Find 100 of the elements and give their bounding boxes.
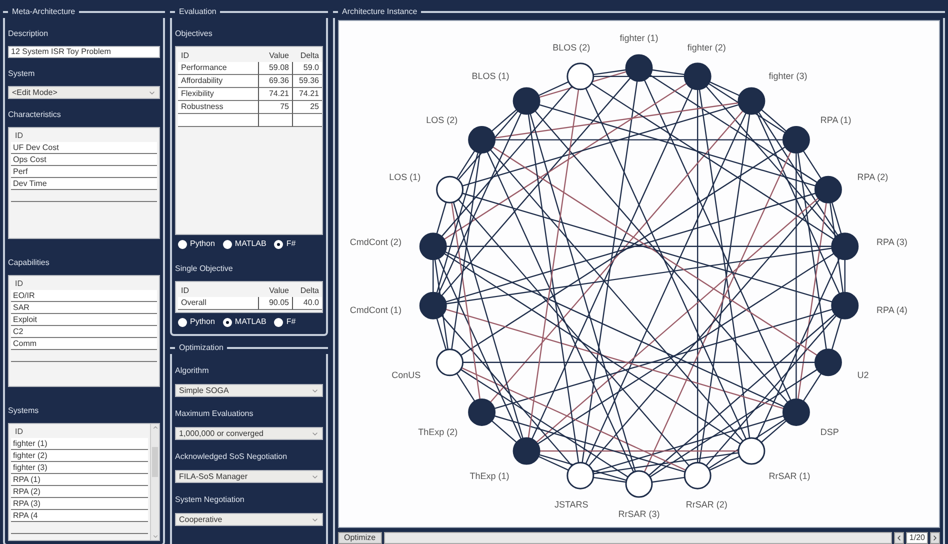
column-header: Value xyxy=(269,52,289,60)
table-cell: 90.05 xyxy=(258,297,292,310)
radio-label: F# xyxy=(286,316,296,328)
node-label: ThExp (2) xyxy=(418,426,458,437)
network-node[interactable] xyxy=(738,437,766,465)
network-node[interactable] xyxy=(814,176,842,204)
node-label: RPA (4) xyxy=(876,304,908,315)
node-label: RPA (3) xyxy=(876,237,908,248)
radio-button[interactable] xyxy=(222,240,232,248)
node-label: LOS (2) xyxy=(426,115,458,126)
list-row[interactable]: RPA (3) xyxy=(11,498,148,510)
node-label: ThExp (1) xyxy=(470,471,510,482)
list-row[interactable]: Perf xyxy=(11,166,157,178)
group-title: Architecture Instance xyxy=(341,8,418,16)
field-label: Description xyxy=(8,29,48,38)
table-cell: 59.08 xyxy=(258,62,292,75)
table-cell: Performance xyxy=(178,62,258,75)
radio-label: F# xyxy=(286,238,296,250)
page-indicator: 1/20 xyxy=(906,532,928,544)
list-row[interactable]: EO/IR xyxy=(11,290,157,302)
radio-button[interactable] xyxy=(178,240,187,248)
network-node[interactable] xyxy=(419,232,447,260)
network-node[interactable] xyxy=(782,398,810,426)
network-node[interactable] xyxy=(512,87,540,115)
node-label: JSTARS xyxy=(554,499,588,510)
list-row[interactable]: Dev Time xyxy=(11,178,157,190)
table-cell: 25 xyxy=(292,101,322,114)
node-label: ConUS xyxy=(392,370,421,380)
description-field[interactable]: 12 System ISR Toy Problem xyxy=(8,46,160,58)
node-label: BLOS (1) xyxy=(472,70,510,81)
horizontal-scrollbar[interactable] xyxy=(384,532,892,544)
network-node[interactable] xyxy=(684,462,712,490)
dropdown[interactable]: 1,000,000 or converged xyxy=(175,427,323,440)
table-cell: 59.0 xyxy=(292,62,322,75)
dropdown[interactable]: FILA-SoS Manager xyxy=(175,470,323,483)
list-row[interactable]: Comm xyxy=(11,338,157,350)
radio-label: Python xyxy=(190,238,215,250)
table-cell: Overall xyxy=(178,297,258,310)
node-label: U2 xyxy=(857,370,869,380)
radio-button[interactable] xyxy=(178,318,187,326)
list-row[interactable]: fighter (1) xyxy=(11,438,148,450)
network-node[interactable] xyxy=(436,176,464,204)
field-label: System xyxy=(8,69,35,78)
network-node[interactable] xyxy=(566,62,594,90)
radio-button[interactable] xyxy=(274,240,284,248)
table-cell: Flexibility xyxy=(178,88,258,101)
network-node[interactable] xyxy=(738,87,766,115)
network-node[interactable] xyxy=(625,54,653,82)
optimize-button[interactable]: Optimize xyxy=(338,532,382,544)
list-row[interactable]: UF Dev Cost xyxy=(11,142,157,154)
list-row[interactable]: fighter (2) xyxy=(11,450,148,462)
group-title: Evaluation xyxy=(178,8,218,16)
network-node[interactable] xyxy=(436,348,464,376)
list-row[interactable]: RPA (2) xyxy=(11,486,148,498)
node-label: DSP xyxy=(820,426,839,437)
network-node[interactable] xyxy=(566,462,594,490)
node-label: RPA (1) xyxy=(820,115,852,126)
network-node[interactable] xyxy=(831,292,859,320)
node-label: CmdCont (1) xyxy=(350,304,402,315)
node-label: RPA (2) xyxy=(857,172,888,182)
field-label: Algorithm xyxy=(175,366,209,375)
dropdown[interactable]: Cooperative xyxy=(175,513,323,526)
list-row[interactable]: Ops Cost xyxy=(11,154,157,166)
column-header: Delta xyxy=(300,52,319,60)
radio-button[interactable] xyxy=(274,318,284,326)
radio-button[interactable] xyxy=(222,318,232,326)
network-node[interactable] xyxy=(468,398,496,426)
group-title: Meta-Architecture xyxy=(11,8,76,16)
network-node[interactable] xyxy=(814,348,842,376)
dropdown[interactable]: Simple SOGA xyxy=(175,384,323,397)
node-label: fighter (1) xyxy=(620,33,658,43)
radio-label: Python xyxy=(190,316,215,328)
network-node[interactable] xyxy=(782,126,810,154)
network-node[interactable] xyxy=(468,126,496,154)
list-row[interactable]: RPA (4 xyxy=(11,510,148,522)
list-row[interactable]: C2 xyxy=(11,326,157,338)
network-node[interactable] xyxy=(831,232,859,260)
field-label: Single Objective xyxy=(175,264,233,273)
list-row[interactable]: RPA (1) xyxy=(11,474,148,486)
table-cell: 74.21 xyxy=(258,88,292,101)
node-label: CmdCont (2) xyxy=(350,237,402,248)
column-header: Delta xyxy=(300,286,319,294)
previous-button[interactable] xyxy=(894,532,904,544)
field-label: Maximum Evaluations xyxy=(175,409,254,418)
list-row[interactable]: fighter (3) xyxy=(11,462,148,474)
list-row[interactable]: SAR xyxy=(11,302,157,314)
dropdown[interactable]: <Edit Mode> xyxy=(8,86,160,99)
radio-label: MATLAB xyxy=(234,238,266,250)
network-node[interactable] xyxy=(684,62,712,90)
network-node[interactable] xyxy=(419,292,447,320)
table-cell: Affordability xyxy=(178,75,258,88)
list-row[interactable]: Exploit xyxy=(11,314,157,326)
field-label: Acknowledged SoS Negotiation xyxy=(175,452,288,461)
field-label: System Negotiation xyxy=(175,495,244,504)
node-label: BLOS (2) xyxy=(552,42,590,53)
node-label: RrSAR (2) xyxy=(686,499,728,510)
network-node[interactable] xyxy=(625,470,653,498)
column-header: ID xyxy=(181,286,189,294)
node-label: fighter (2) xyxy=(687,42,726,53)
network-node[interactable] xyxy=(512,437,540,465)
